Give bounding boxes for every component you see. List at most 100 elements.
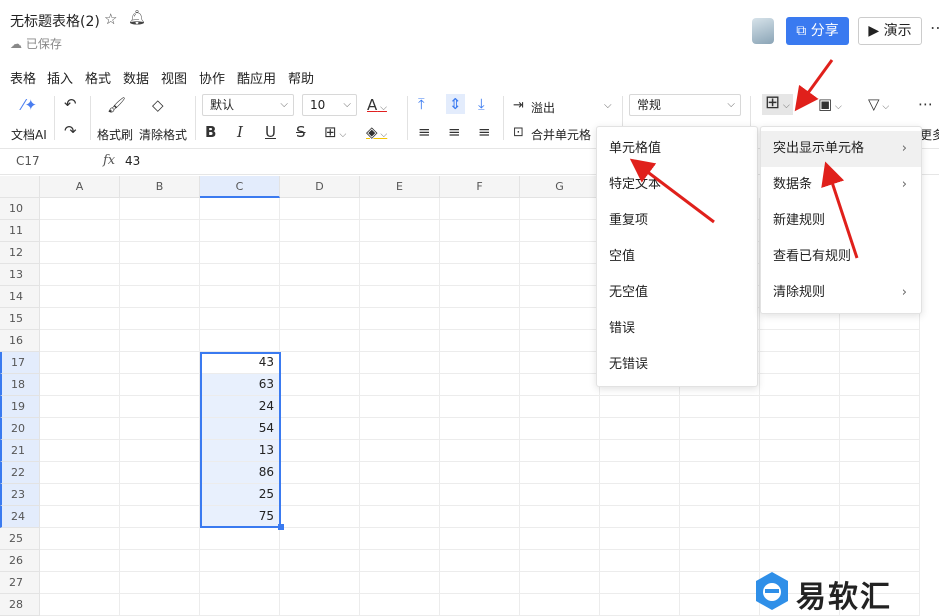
- cell[interactable]: [120, 396, 200, 418]
- cell[interactable]: [360, 198, 440, 220]
- cell[interactable]: [40, 220, 120, 242]
- align-left-icon[interactable]: ≡: [418, 124, 431, 140]
- cell[interactable]: [360, 528, 440, 550]
- cell[interactable]: [360, 374, 440, 396]
- cell[interactable]: [840, 462, 920, 484]
- cell[interactable]: [680, 484, 760, 506]
- cell[interactable]: [360, 242, 440, 264]
- cell[interactable]: [760, 550, 840, 572]
- cell[interactable]: [600, 462, 680, 484]
- row-header-17[interactable]: 17: [0, 352, 40, 374]
- cell[interactable]: [280, 418, 360, 440]
- cell[interactable]: [440, 528, 520, 550]
- cell[interactable]: [40, 308, 120, 330]
- submenu-item[interactable]: 错误: [597, 311, 757, 347]
- cell[interactable]: [360, 440, 440, 462]
- cell[interactable]: [840, 506, 920, 528]
- align-middle-icon[interactable]: ⇕: [446, 94, 465, 114]
- cell[interactable]: [520, 572, 600, 594]
- cell[interactable]: [680, 440, 760, 462]
- cell[interactable]: [360, 352, 440, 374]
- cell[interactable]: [280, 242, 360, 264]
- star-icon[interactable]: ☆: [104, 10, 117, 28]
- cell[interactable]: [120, 418, 200, 440]
- cell[interactable]: [200, 264, 280, 286]
- cell[interactable]: [280, 440, 360, 462]
- chevron-down-icon[interactable]: ⌵: [604, 98, 612, 114]
- cell[interactable]: [840, 418, 920, 440]
- cell[interactable]: [440, 550, 520, 572]
- cell[interactable]: [440, 308, 520, 330]
- clear-format-label[interactable]: 清除格式: [139, 126, 187, 143]
- cell[interactable]: [360, 572, 440, 594]
- more-icon[interactable]: ⋯: [918, 96, 933, 112]
- row-header-20[interactable]: 20: [0, 418, 40, 440]
- merge-label[interactable]: 合并单元格: [531, 126, 591, 143]
- cell[interactable]: [600, 484, 680, 506]
- menu-apps[interactable]: 酷应用: [237, 68, 276, 87]
- cell[interactable]: [120, 374, 200, 396]
- cell-c24[interactable]: 75: [200, 506, 280, 528]
- cell-c22[interactable]: 86: [200, 462, 280, 484]
- cell[interactable]: [600, 550, 680, 572]
- cell[interactable]: [40, 286, 120, 308]
- cond-menu-item[interactable]: 查看已有规则: [761, 239, 921, 275]
- cell[interactable]: [680, 506, 760, 528]
- menu-collab[interactable]: 协作: [199, 68, 225, 87]
- cell[interactable]: [840, 330, 920, 352]
- cell[interactable]: [600, 594, 680, 616]
- cell[interactable]: [280, 484, 360, 506]
- cell[interactable]: [120, 242, 200, 264]
- cell-reference[interactable]: C17: [16, 154, 40, 168]
- submenu-item[interactable]: 空值: [597, 239, 757, 275]
- cell[interactable]: [200, 594, 280, 616]
- select-all-corner[interactable]: [0, 176, 40, 198]
- overflow-icon[interactable]: ⇥: [513, 98, 524, 114]
- cell[interactable]: [680, 528, 760, 550]
- cell[interactable]: [360, 308, 440, 330]
- cell[interactable]: [520, 286, 600, 308]
- row-header-23[interactable]: 23: [0, 484, 40, 506]
- cell-c19[interactable]: 24: [200, 396, 280, 418]
- bell-icon[interactable]: 🔔︎: [128, 10, 146, 26]
- cell[interactable]: [280, 506, 360, 528]
- cell[interactable]: [600, 572, 680, 594]
- cell[interactable]: [520, 308, 600, 330]
- cell[interactable]: [760, 330, 840, 352]
- menu-format[interactable]: 格式: [85, 68, 111, 87]
- cell[interactable]: [280, 594, 360, 616]
- merge-icon[interactable]: ⊡: [513, 125, 524, 141]
- row-header-24[interactable]: 24: [0, 506, 40, 528]
- cell[interactable]: [440, 594, 520, 616]
- number-format-select[interactable]: 常规 ⌵: [629, 94, 741, 116]
- submenu-item[interactable]: 特定文本: [597, 167, 757, 203]
- cell[interactable]: [280, 572, 360, 594]
- menu-data[interactable]: 数据: [123, 68, 149, 87]
- document-title[interactable]: 无标题表格(2): [10, 11, 100, 31]
- cell[interactable]: [840, 352, 920, 374]
- cell[interactable]: [840, 484, 920, 506]
- cell[interactable]: [120, 462, 200, 484]
- cell[interactable]: [440, 264, 520, 286]
- cell[interactable]: [360, 418, 440, 440]
- cell[interactable]: [120, 484, 200, 506]
- row-header-25[interactable]: 25: [0, 528, 40, 550]
- present-button[interactable]: ▶ 演示: [858, 17, 922, 45]
- cell[interactable]: [40, 550, 120, 572]
- cell[interactable]: [600, 440, 680, 462]
- column-header-e[interactable]: E: [360, 176, 440, 198]
- cell[interactable]: [280, 550, 360, 572]
- cell[interactable]: [440, 242, 520, 264]
- cell[interactable]: [40, 462, 120, 484]
- cell[interactable]: [120, 572, 200, 594]
- cell-c17[interactable]: 43: [200, 352, 280, 374]
- row-header-13[interactable]: 13: [0, 264, 40, 286]
- cell[interactable]: [120, 330, 200, 352]
- cell-c23[interactable]: 25: [200, 484, 280, 506]
- cell-c18[interactable]: 63: [200, 374, 280, 396]
- cell[interactable]: [200, 330, 280, 352]
- cell[interactable]: [360, 330, 440, 352]
- cell[interactable]: [440, 484, 520, 506]
- column-header-d[interactable]: D: [280, 176, 360, 198]
- cell[interactable]: [40, 484, 120, 506]
